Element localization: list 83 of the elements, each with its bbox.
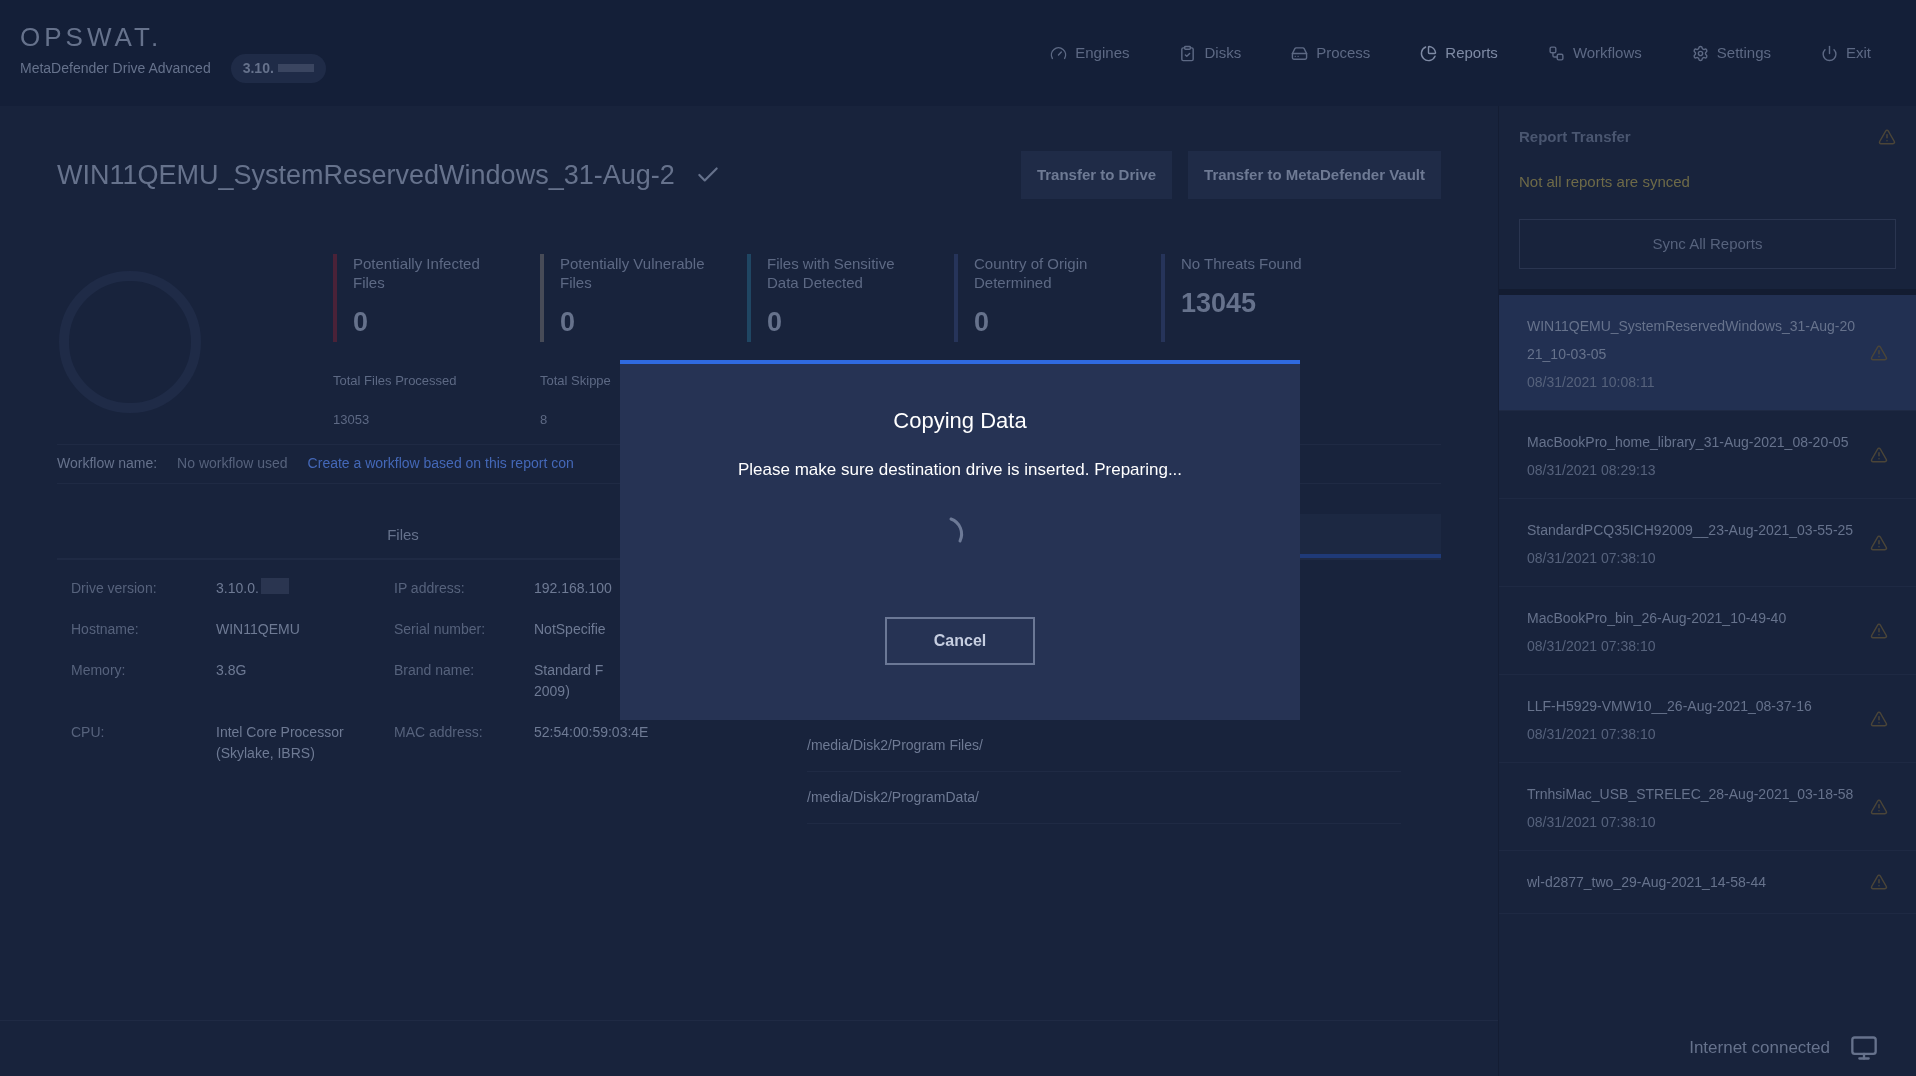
report-name: WIN11QEMU_SystemReservedWindows_31-Aug-2021_10-03-05 xyxy=(1527,317,1857,364)
settings-icon xyxy=(1691,44,1709,62)
nav-item[interactable]: Disks xyxy=(1179,41,1242,65)
stat-value: 13045 xyxy=(1181,287,1258,320)
pie-chart-icon xyxy=(1420,44,1438,62)
gauge-icon xyxy=(1050,44,1068,62)
report-time: 08/31/2021 07:38:10 xyxy=(1527,725,1657,744)
product-name: MetaDefender Drive Advanced xyxy=(20,58,211,78)
stat-label: Potentially Infected Files xyxy=(353,254,481,292)
redaction-mark xyxy=(277,64,314,72)
tab[interactable]: Files xyxy=(57,513,749,558)
report-time: 08/31/2021 07:38:10 xyxy=(1527,813,1657,832)
sync-all-button[interactable]: Sync All Reports xyxy=(1519,219,1896,269)
nav-item[interactable]: Process xyxy=(1291,41,1371,65)
folder-path: /media/Disk2/ProgramData/ xyxy=(807,771,1401,824)
warning-icon xyxy=(1870,343,1888,362)
report-time: 08/31/2021 07:38:10 xyxy=(1527,637,1657,656)
info-label: MAC address: xyxy=(394,722,484,742)
logo: OPSWAT. xyxy=(20,23,164,50)
report-name: LLF-H5929-VMW10__26-Aug-2021_08-37-16 xyxy=(1527,697,1813,716)
report-time: 08/31/2021 07:38:10 xyxy=(1527,549,1657,568)
sync-warning: Not all reports are synced xyxy=(1519,171,1691,192)
stat-label: No Threats Found xyxy=(1181,254,1303,273)
stat-label: Files with Sensitive Data Detected xyxy=(767,254,896,292)
dialog-title: Copying Data xyxy=(893,407,1027,435)
info-label: CPU: xyxy=(71,722,106,742)
transfer-button[interactable]: Transfer to Drive xyxy=(1020,151,1173,199)
nav-item[interactable]: Reports xyxy=(1420,41,1498,65)
workflow-label: Workflow name: xyxy=(57,454,158,473)
warning-icon xyxy=(1870,873,1888,891)
power-icon xyxy=(1821,44,1838,62)
nav-item[interactable]: Engines xyxy=(1050,41,1130,65)
report-name: MacBookPro_bin_26-Aug-2021_10-49-40 xyxy=(1527,609,1788,628)
report-time: 08/31/2021 08:29:13 xyxy=(1527,461,1657,480)
info-value: NotSpecifie xyxy=(534,619,606,639)
report-name: TrnhsiMac_USB_STRELEC_28-Aug-2021_03-18-58 xyxy=(1527,785,1855,804)
info-value: 192.168.100 xyxy=(534,578,612,598)
nav-item[interactable]: Workflows xyxy=(1547,41,1642,65)
monitor-icon xyxy=(1850,1034,1878,1062)
info-label: IP address: xyxy=(394,578,466,598)
stat-value: 0 xyxy=(353,306,370,339)
info-label: Drive version: xyxy=(71,578,158,598)
info-label: Brand name: xyxy=(394,660,476,680)
nav-item[interactable]: Settings xyxy=(1691,41,1771,65)
info-value: 3.10.0. xyxy=(216,578,259,598)
info-label: Memory: xyxy=(71,660,127,680)
total-label: Total Files Processed xyxy=(333,371,458,390)
stat-value: 0 xyxy=(974,306,991,339)
nav-item[interactable]: Exit xyxy=(1821,41,1871,65)
total-label: Total Skippe xyxy=(540,371,612,390)
info-value: WIN11QEMU xyxy=(216,619,300,639)
info-value: 3.8G xyxy=(216,660,247,680)
workflow-value: No workflow used xyxy=(177,454,288,473)
report-name: wl-d2877_two_29-Aug-2021_14-58-44 xyxy=(1527,873,1767,892)
version-badge: 3.10. xyxy=(230,53,326,83)
info-label: Hostname: xyxy=(71,619,140,639)
info-value: 52:54:00:59:03:4E xyxy=(534,722,649,742)
warning-icon xyxy=(1870,445,1888,464)
stat-value: 0 xyxy=(560,306,577,339)
cancel-button[interactable]: Cancel xyxy=(885,616,1035,665)
dialog-message: Please make sure destination drive is inserted. Preparing... xyxy=(737,459,1183,481)
warning-icon xyxy=(1870,533,1888,552)
report-name: StandardPCQ35ICH92009__23-Aug-2021_03-55-25 xyxy=(1527,521,1855,540)
stat-label: Potentially Vulnerable Files xyxy=(560,254,706,292)
report-name: MacBookPro_home_library_31-Aug-2021_08-20-05 xyxy=(1527,433,1850,452)
warning-icon xyxy=(1870,621,1888,640)
create-workflow-link[interactable]: Create a workflow based on this report con xyxy=(307,453,574,474)
transfer-button[interactable]: Transfer to MetaDefender Vault xyxy=(1188,151,1441,199)
warning-icon xyxy=(1870,797,1888,816)
total-value: 13053 xyxy=(333,411,371,429)
nodes-icon xyxy=(1547,44,1565,62)
warning-icon xyxy=(1878,128,1896,147)
warning-icon xyxy=(1870,709,1888,728)
stat-label: Country of Origin Determined xyxy=(974,254,1089,292)
info-label: Serial number: xyxy=(394,619,487,639)
report-title: WIN11QEMU_SystemReservedWindows_31-Aug-2 xyxy=(57,158,675,192)
info-value: Standard F 2009) xyxy=(534,660,604,701)
connection-status: Internet connected xyxy=(1689,1037,1830,1060)
total-value: 8 xyxy=(540,411,549,429)
info-value: Intel Core Processor (Skylake, IBRS) xyxy=(216,722,344,763)
drive-icon xyxy=(1291,44,1309,62)
stat-value: 0 xyxy=(767,306,784,339)
clipboard-icon xyxy=(1179,44,1197,62)
